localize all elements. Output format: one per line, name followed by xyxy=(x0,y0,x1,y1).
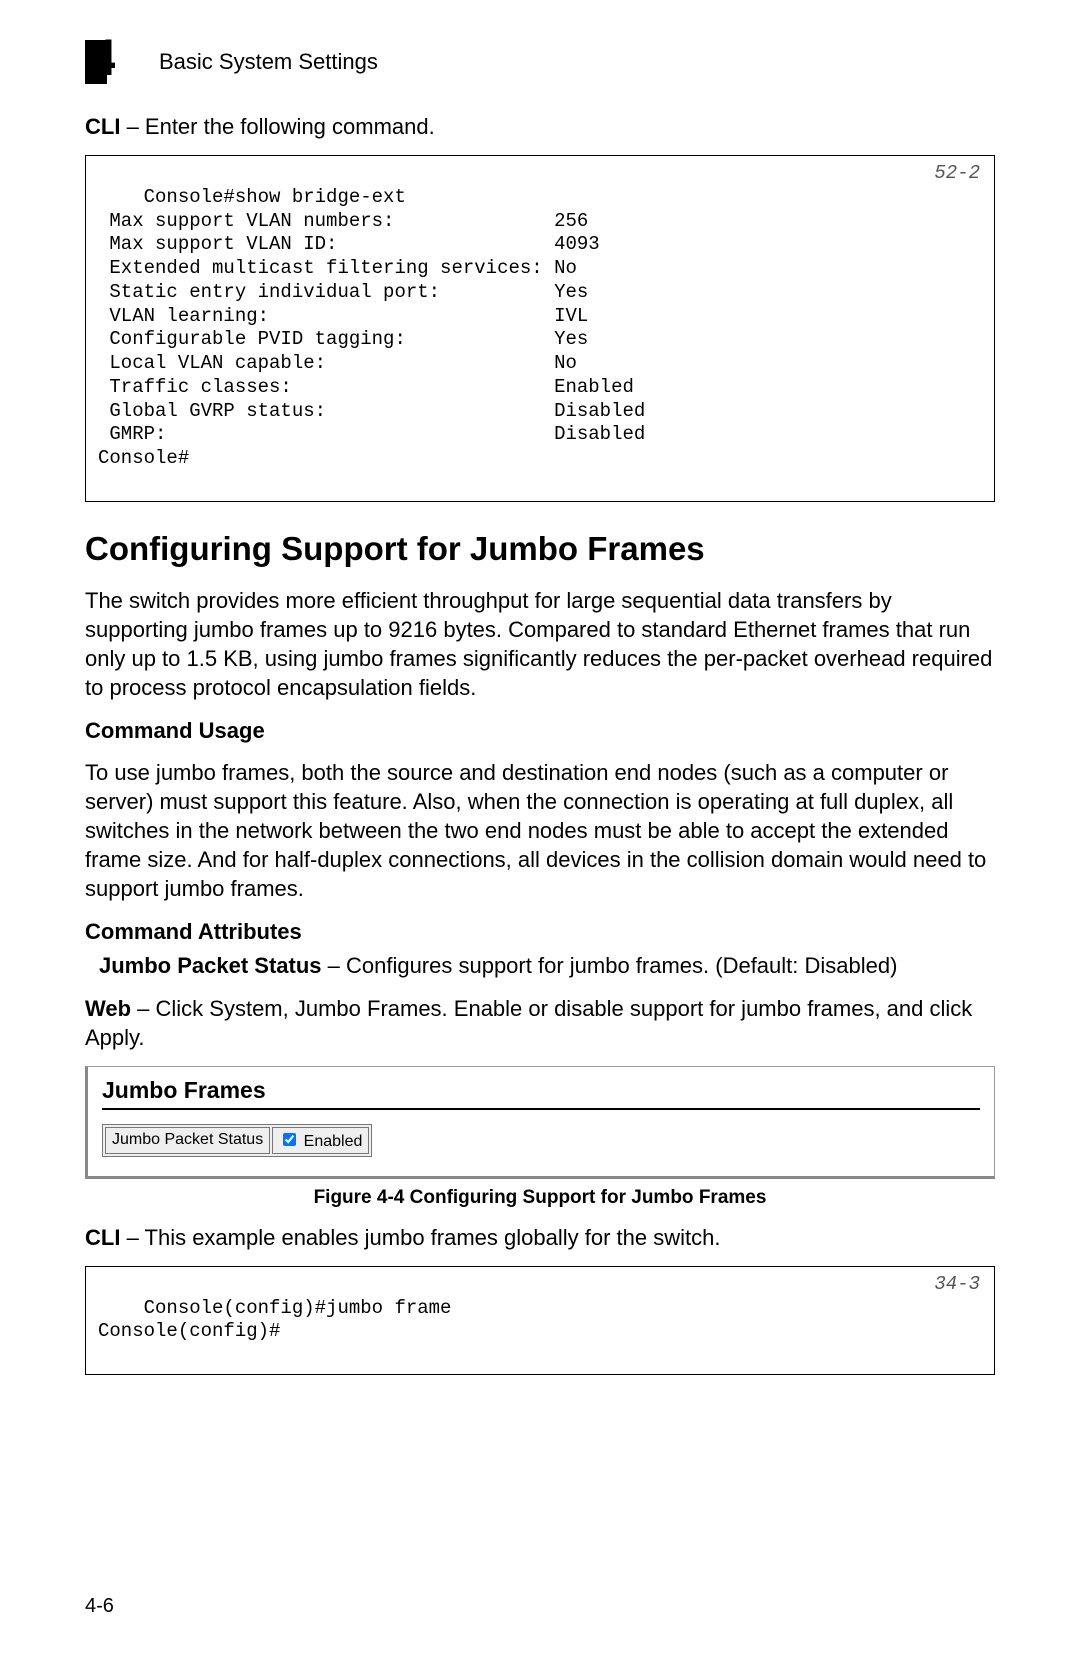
section-heading: Configuring Support for Jumbo Frames xyxy=(85,530,995,568)
cli-label: CLI xyxy=(85,114,120,139)
cli-output-block-2: 34-3 Console(config)#jumbo frame Console(… xyxy=(85,1266,995,1375)
page-number: 4-6 xyxy=(85,1595,995,1618)
cli-output-block-1: 52-2 Console#show bridge-ext Max support … xyxy=(85,155,995,502)
jumbo-status-label: Jumbo Packet Status xyxy=(105,1127,270,1154)
command-usage-heading: Command Usage xyxy=(85,718,995,744)
running-header: 4 Basic System Settings xyxy=(85,40,995,84)
cli-page-ref: 52-2 xyxy=(934,162,980,186)
web-instruction-rest: – Click System, Jumbo Frames. Enable or … xyxy=(85,996,972,1050)
cli2-output-text: Console(config)#jumbo frame Console(conf… xyxy=(98,1297,451,1343)
chapter-number: 4 xyxy=(89,30,116,84)
document-page: 4 Basic System Settings CLI – Enter the … xyxy=(0,0,1080,1678)
jumbo-status-widget: Jumbo Packet Status Enabled xyxy=(102,1124,372,1157)
figure-caption: Figure 4-4 Configuring Support for Jumbo… xyxy=(85,1187,995,1209)
cli-intro-rest: – Enter the following command. xyxy=(120,114,434,139)
figure-divider xyxy=(102,1108,980,1110)
cli2-intro-line: CLI – This example enables jumbo frames … xyxy=(85,1223,995,1252)
web-instruction-line: Web – Click System, Jumbo Frames. Enable… xyxy=(85,994,995,1052)
jumbo-checkbox-label: Enabled xyxy=(304,1133,363,1150)
figure-panel: Jumbo Frames Jumbo Packet Status Enabled xyxy=(85,1066,995,1179)
chapter-tab-icon: 4 xyxy=(85,40,141,84)
running-title: Basic System Settings xyxy=(159,49,378,75)
attribute-desc: – Configures support for jumbo frames. (… xyxy=(322,953,898,978)
web-label: Web xyxy=(85,996,131,1021)
jumbo-status-row: Jumbo Packet Status Enabled xyxy=(105,1127,369,1154)
cli2-label: CLI xyxy=(85,1225,120,1250)
figure-panel-title: Jumbo Frames xyxy=(102,1077,980,1104)
attribute-line: Jumbo Packet Status – Configures support… xyxy=(99,951,995,980)
cli-intro-line: CLI – Enter the following command. xyxy=(85,112,995,141)
section-paragraph-1: The switch provides more efficient throu… xyxy=(85,586,995,702)
jumbo-status-cell: Enabled xyxy=(272,1127,369,1154)
command-attributes-heading: Command Attributes xyxy=(85,919,995,945)
attribute-name: Jumbo Packet Status xyxy=(99,953,322,978)
command-usage-paragraph: To use jumbo frames, both the source and… xyxy=(85,758,995,903)
cli2-intro-rest: – This example enables jumbo frames glob… xyxy=(120,1225,720,1250)
jumbo-enabled-checkbox[interactable] xyxy=(283,1133,296,1146)
cli2-page-ref: 34-3 xyxy=(934,1273,980,1297)
cli-output-text: Console#show bridge-ext Max support VLAN… xyxy=(98,186,645,469)
